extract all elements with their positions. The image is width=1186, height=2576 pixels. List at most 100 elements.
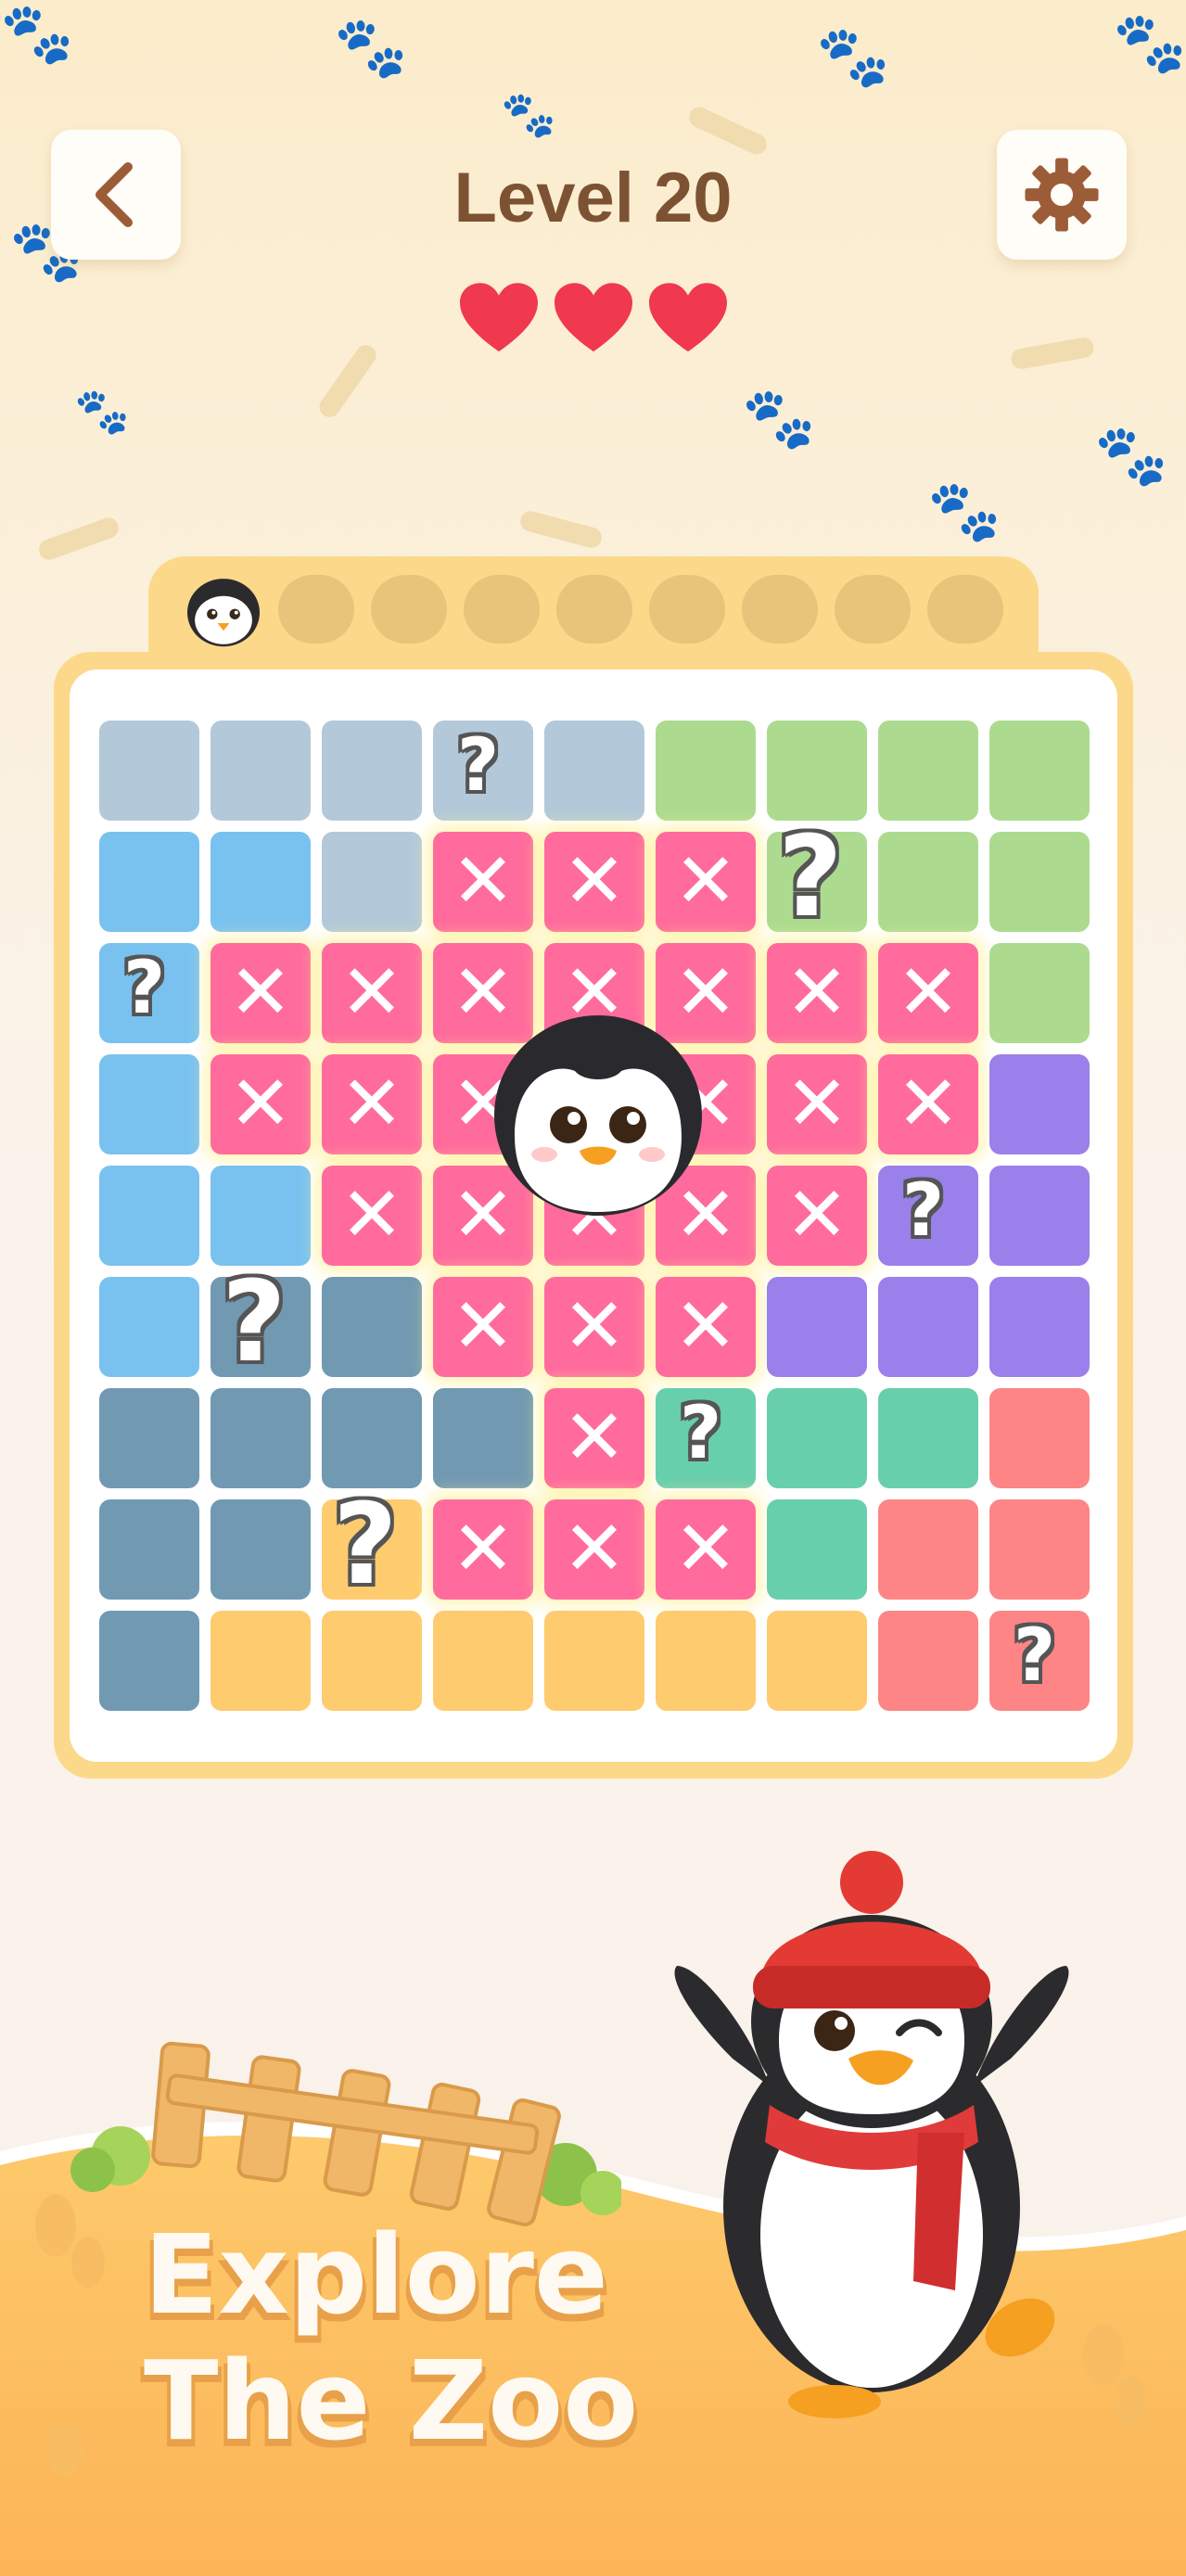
grid-cell[interactable] xyxy=(322,1277,422,1377)
grid-cell[interactable] xyxy=(99,721,199,821)
grid-cell[interactable] xyxy=(210,1611,311,1711)
promo-line-2: The Zoo xyxy=(144,2337,639,2465)
heart-icon xyxy=(459,283,538,352)
grid-cell[interactable] xyxy=(878,1499,978,1600)
grid-cell[interactable] xyxy=(767,1611,867,1711)
grid-cell[interactable] xyxy=(99,1388,199,1488)
marked-cell[interactable]: ✕ xyxy=(767,1054,867,1154)
marked-cell[interactable]: ✕ xyxy=(767,1166,867,1266)
grid-cell[interactable] xyxy=(767,1277,867,1377)
cross-icon: ✕ xyxy=(562,837,627,925)
grid-cell[interactable] xyxy=(210,1388,311,1488)
marked-cell[interactable]: ✕ xyxy=(656,1277,756,1377)
paw-print-icon: 🐾 xyxy=(1094,422,1168,491)
cross-icon: ✕ xyxy=(562,1282,627,1371)
grid-cell[interactable] xyxy=(767,1499,867,1600)
marked-cell[interactable]: ✕ xyxy=(656,1499,756,1600)
grid-cell[interactable] xyxy=(878,1388,978,1488)
grid-cell[interactable] xyxy=(656,721,756,821)
fence-illustration xyxy=(70,2041,621,2226)
grid-cell[interactable] xyxy=(656,1611,756,1711)
grid-cell[interactable] xyxy=(210,1499,311,1600)
question-mark-icon: ? xyxy=(333,1481,398,1610)
marked-cell[interactable]: ✕ xyxy=(433,1277,533,1377)
grid-cell[interactable] xyxy=(989,721,1090,821)
cross-icon: ✕ xyxy=(896,949,961,1037)
grid-cell[interactable] xyxy=(989,1388,1090,1488)
empty-slot xyxy=(371,575,447,644)
marked-cell[interactable]: ✕ xyxy=(544,832,644,932)
cross-icon: ✕ xyxy=(673,1282,738,1371)
grid-cell[interactable] xyxy=(989,943,1090,1043)
cross-icon: ✕ xyxy=(451,1505,516,1593)
grid-cell[interactable] xyxy=(544,721,644,821)
penguin-mascot-illustration xyxy=(674,1851,1069,2418)
grid-cell[interactable] xyxy=(433,1611,533,1711)
grid-cell[interactable] xyxy=(767,1388,867,1488)
marked-cell[interactable]: ✕ xyxy=(544,1277,644,1377)
grid-cell[interactable] xyxy=(767,721,867,821)
grid-cell[interactable] xyxy=(878,721,978,821)
grid-cell[interactable] xyxy=(322,721,422,821)
paw-print-icon: 🐾 xyxy=(334,14,408,83)
question-mark-icon: ? xyxy=(778,813,843,942)
grid-cell[interactable] xyxy=(878,832,978,932)
marked-cell[interactable]: ✕ xyxy=(322,1054,422,1154)
grid-cell[interactable] xyxy=(989,832,1090,932)
paw-print-icon: 🐾 xyxy=(927,478,1001,546)
penguin-face-icon xyxy=(187,579,260,647)
grid-cell[interactable] xyxy=(989,1499,1090,1600)
grid-cell[interactable] xyxy=(322,832,422,932)
grid-cell[interactable] xyxy=(210,1166,311,1266)
grid-cell[interactable] xyxy=(99,832,199,932)
marked-cell[interactable]: ✕ xyxy=(544,1388,644,1488)
cross-icon: ✕ xyxy=(339,1060,404,1148)
grid-cell[interactable] xyxy=(99,1166,199,1266)
grid-cell[interactable] xyxy=(989,1054,1090,1154)
grid-cell[interactable] xyxy=(99,1611,199,1711)
cross-icon: ✕ xyxy=(673,837,738,925)
grid-cell[interactable] xyxy=(99,1499,199,1600)
grid-cell[interactable] xyxy=(99,1054,199,1154)
grid-cell[interactable] xyxy=(210,832,311,932)
cross-icon: ✕ xyxy=(339,949,404,1037)
grid-cell[interactable] xyxy=(989,1166,1090,1266)
grid-cell[interactable] xyxy=(878,1277,978,1377)
grid-cell[interactable] xyxy=(99,1277,199,1377)
cross-icon: ✕ xyxy=(673,1505,738,1593)
question-mark-icon: ? xyxy=(123,947,166,1030)
marked-cell[interactable]: ✕ xyxy=(767,943,867,1043)
empty-slot xyxy=(464,575,540,644)
grid-cell[interactable] xyxy=(210,721,311,821)
cross-icon: ✕ xyxy=(451,1282,516,1371)
cross-icon: ✕ xyxy=(896,1060,961,1148)
cross-icon: ✕ xyxy=(562,1394,627,1482)
empty-slot xyxy=(927,575,1003,644)
marked-cell[interactable]: ✕ xyxy=(210,943,311,1043)
marked-cell[interactable]: ✕ xyxy=(656,832,756,932)
cross-icon: ✕ xyxy=(784,949,849,1037)
grid-cell[interactable] xyxy=(433,1388,533,1488)
penguin-face-icon[interactable] xyxy=(487,1006,709,1219)
marked-cell[interactable]: ✕ xyxy=(210,1054,311,1154)
marked-cell[interactable]: ✕ xyxy=(878,1054,978,1154)
cross-icon: ✕ xyxy=(339,1171,404,1259)
paw-print-icon: 🐾 xyxy=(74,386,130,438)
cross-icon: ✕ xyxy=(228,949,293,1037)
grid-cell[interactable] xyxy=(322,1611,422,1711)
grid-cell[interactable] xyxy=(544,1611,644,1711)
grid-cell[interactable] xyxy=(989,1277,1090,1377)
grid-cell[interactable] xyxy=(322,1388,422,1488)
marked-cell[interactable]: ✕ xyxy=(544,1499,644,1600)
marked-cell[interactable]: ✕ xyxy=(878,943,978,1043)
marked-cell[interactable]: ✕ xyxy=(322,1166,422,1266)
paw-print-icon: 🐾 xyxy=(1113,9,1186,78)
marked-cell[interactable]: ✕ xyxy=(433,1499,533,1600)
marked-cell[interactable]: ✕ xyxy=(322,943,422,1043)
cross-icon: ✕ xyxy=(451,837,516,925)
settings-button[interactable] xyxy=(997,130,1127,260)
marked-cell[interactable]: ✕ xyxy=(433,832,533,932)
question-mark-icon: ? xyxy=(457,724,500,808)
grid-cell[interactable] xyxy=(878,1611,978,1711)
cross-icon: ✕ xyxy=(562,1505,627,1593)
